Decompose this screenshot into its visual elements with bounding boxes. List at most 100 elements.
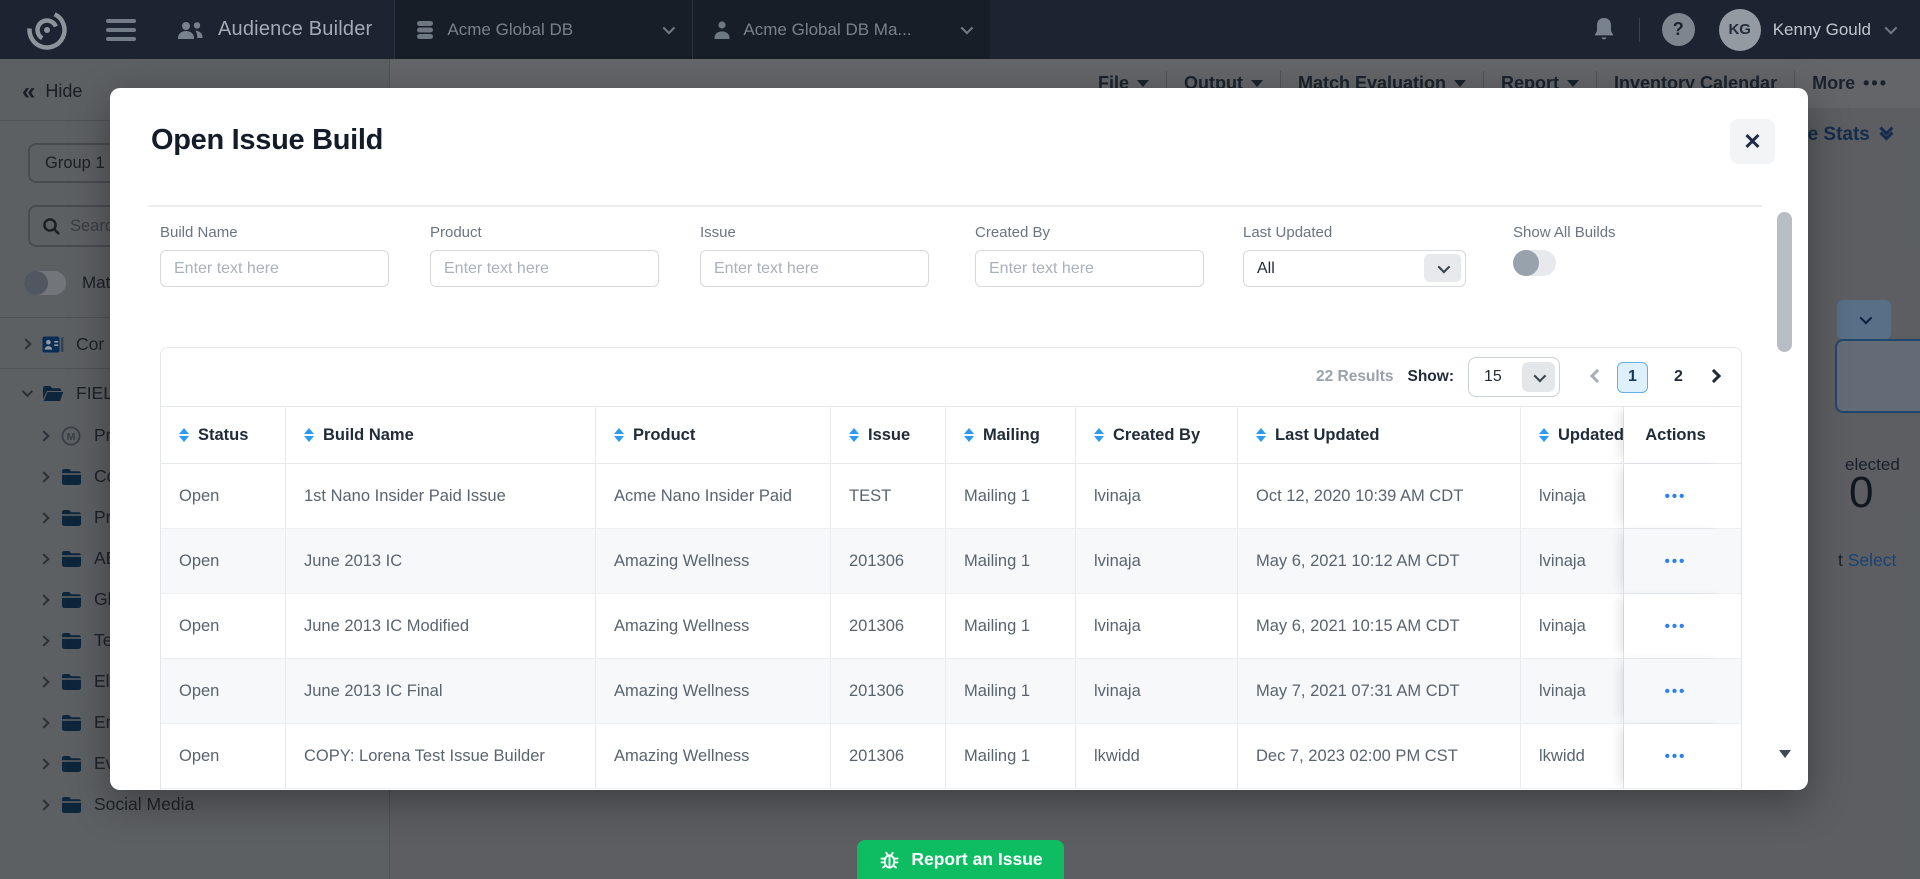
cell-last_updated: May 7, 2021 07:31 AM CDT bbox=[1238, 659, 1521, 723]
column-header-build_name[interactable]: Build Name bbox=[286, 407, 596, 463]
cell-last_updated: Oct 12, 2020 10:39 AM CDT bbox=[1238, 464, 1521, 528]
cell-created_by: lvinaja bbox=[1076, 594, 1238, 658]
avatar[interactable]: KG bbox=[1719, 9, 1761, 51]
cell-actions: ••• bbox=[1624, 659, 1727, 723]
row-actions-button[interactable]: ••• bbox=[1665, 488, 1687, 505]
sort-icon bbox=[614, 428, 624, 442]
cell-issue: 201306 bbox=[831, 529, 946, 593]
cell-created_by: lkwidd bbox=[1076, 724, 1238, 788]
cell-mailing: Mailing 1 bbox=[946, 529, 1076, 593]
cell-issue: 201306 bbox=[831, 724, 946, 788]
cell-issue: TEST bbox=[831, 464, 946, 528]
scrollbar-thumb[interactable] bbox=[1777, 212, 1792, 352]
row-actions-button[interactable]: ••• bbox=[1665, 683, 1687, 700]
report-an-issue-button[interactable]: Report an Issue bbox=[857, 840, 1064, 879]
close-icon: ✕ bbox=[1743, 129, 1761, 155]
page-2-button[interactable]: 2 bbox=[1663, 362, 1694, 393]
row-actions-button[interactable]: ••• bbox=[1665, 553, 1687, 570]
app-logo-icon[interactable] bbox=[24, 7, 70, 53]
user-name: Kenny Gould bbox=[1773, 20, 1871, 40]
cell-created_by: lvinaja bbox=[1076, 529, 1238, 593]
cell-build_name: 1st Nano Insider Paid Issue bbox=[286, 464, 596, 528]
issue-label: Issue bbox=[700, 224, 929, 241]
column-header-label: Build Name bbox=[323, 426, 414, 445]
chevron-down-icon[interactable] bbox=[1885, 22, 1898, 35]
hamburger-menu-icon[interactable] bbox=[106, 19, 136, 41]
page-size-value: 15 bbox=[1484, 368, 1502, 386]
results-card: 22 Results Show: 15 1 2 StatusBuild Name… bbox=[160, 347, 1742, 790]
prev-page-button[interactable] bbox=[1592, 368, 1602, 386]
modal-scrollbar[interactable] bbox=[1777, 210, 1792, 780]
column-header-label: Last Updated bbox=[1275, 426, 1380, 445]
column-header-mailing[interactable]: Mailing bbox=[946, 407, 1076, 463]
column-header-status[interactable]: Status bbox=[161, 407, 286, 463]
product-label: Product bbox=[430, 224, 659, 241]
cell-product: Amazing Wellness bbox=[596, 594, 831, 658]
product-input[interactable] bbox=[430, 250, 659, 287]
cell-updated_by: lkwidd bbox=[1521, 724, 1624, 788]
notifications-bell-icon[interactable] bbox=[1591, 15, 1617, 45]
last-updated-select[interactable]: All bbox=[1243, 250, 1466, 287]
show-all-builds-label: Show All Builds bbox=[1513, 224, 1616, 241]
modal-title: Open Issue Build bbox=[151, 124, 383, 157]
cell-mailing: Mailing 1 bbox=[946, 659, 1076, 723]
column-header-issue[interactable]: Issue bbox=[831, 407, 946, 463]
open-issue-build-modal: Open Issue Build ✕ Build Name Product Is… bbox=[110, 88, 1808, 790]
cell-status: Open bbox=[161, 724, 286, 788]
chevron-down-icon bbox=[1522, 362, 1555, 392]
column-header-label: Issue bbox=[868, 426, 910, 445]
column-header-label: Product bbox=[633, 426, 695, 445]
sort-icon bbox=[1539, 428, 1549, 442]
table-row: Open1st Nano Insider Paid IssueAcme Nano… bbox=[161, 464, 1741, 529]
column-header-last_updated[interactable]: Last Updated bbox=[1238, 407, 1521, 463]
cell-issue: 201306 bbox=[831, 594, 946, 658]
column-header-created_by[interactable]: Created By bbox=[1076, 407, 1238, 463]
column-header-label: Status bbox=[198, 426, 248, 445]
page-1-button[interactable]: 1 bbox=[1617, 362, 1648, 393]
cell-product: Amazing Wellness bbox=[596, 659, 831, 723]
table-row: OpenJune 2013 IC FinalAmazing Wellness20… bbox=[161, 659, 1741, 724]
cell-created_by: lvinaja bbox=[1076, 464, 1238, 528]
cell-build_name: June 2013 IC bbox=[286, 529, 596, 593]
cell-status: Open bbox=[161, 659, 286, 723]
sort-icon bbox=[304, 428, 314, 442]
last-updated-label: Last Updated bbox=[1243, 224, 1466, 241]
created-by-input[interactable] bbox=[975, 250, 1204, 287]
build-name-input[interactable] bbox=[160, 250, 389, 287]
database-selector[interactable]: Acme Global DB bbox=[394, 0, 692, 59]
cell-build_name: COPY: Lorena Test Issue Builder bbox=[286, 724, 596, 788]
audience-db-selector-value: Acme Global DB Ma... bbox=[743, 20, 911, 40]
cell-mailing: Mailing 1 bbox=[946, 724, 1076, 788]
divider bbox=[148, 205, 1762, 207]
next-page-button[interactable] bbox=[1709, 368, 1719, 386]
created-by-label: Created By bbox=[975, 224, 1204, 241]
close-button[interactable]: ✕ bbox=[1730, 119, 1775, 164]
cell-last_updated: Dec 7, 2023 02:00 PM CST bbox=[1238, 724, 1521, 788]
database-icon bbox=[415, 19, 435, 41]
database-selector-value: Acme Global DB bbox=[447, 20, 573, 40]
cell-build_name: June 2013 IC Final bbox=[286, 659, 596, 723]
divider bbox=[1639, 18, 1640, 42]
table-header-row: Status Build Name Product Issue Mailing Creat… bbox=[161, 406, 1741, 464]
issue-input[interactable] bbox=[700, 250, 929, 287]
column-header-updated_by[interactable]: Updated By bbox=[1521, 407, 1624, 463]
sort-icon bbox=[1094, 428, 1104, 442]
row-actions-button[interactable]: ••• bbox=[1665, 618, 1687, 635]
column-header-product[interactable]: Product bbox=[596, 407, 831, 463]
column-header-label: Created By bbox=[1113, 426, 1200, 445]
row-actions-button[interactable]: ••• bbox=[1665, 748, 1687, 765]
column-header-label: Updated By bbox=[1558, 426, 1624, 445]
page-size-select[interactable]: 15 bbox=[1468, 357, 1560, 397]
help-icon[interactable]: ? bbox=[1662, 13, 1695, 46]
sort-icon bbox=[1256, 428, 1266, 442]
audience-db-selector[interactable]: Acme Global DB Ma... bbox=[692, 0, 990, 59]
scroll-down-arrow-icon[interactable] bbox=[1779, 750, 1791, 758]
cell-status: Open bbox=[161, 594, 286, 658]
top-navbar: Audience Builder Acme Global DB Acme Glo… bbox=[0, 0, 1920, 59]
cell-actions: ••• bbox=[1624, 464, 1727, 528]
cell-actions: ••• bbox=[1624, 724, 1727, 788]
show-all-builds-toggle[interactable] bbox=[1513, 250, 1556, 276]
cell-status: Open bbox=[161, 529, 286, 593]
cell-updated_by: lvinaja bbox=[1521, 464, 1624, 528]
show-label: Show: bbox=[1408, 368, 1455, 386]
